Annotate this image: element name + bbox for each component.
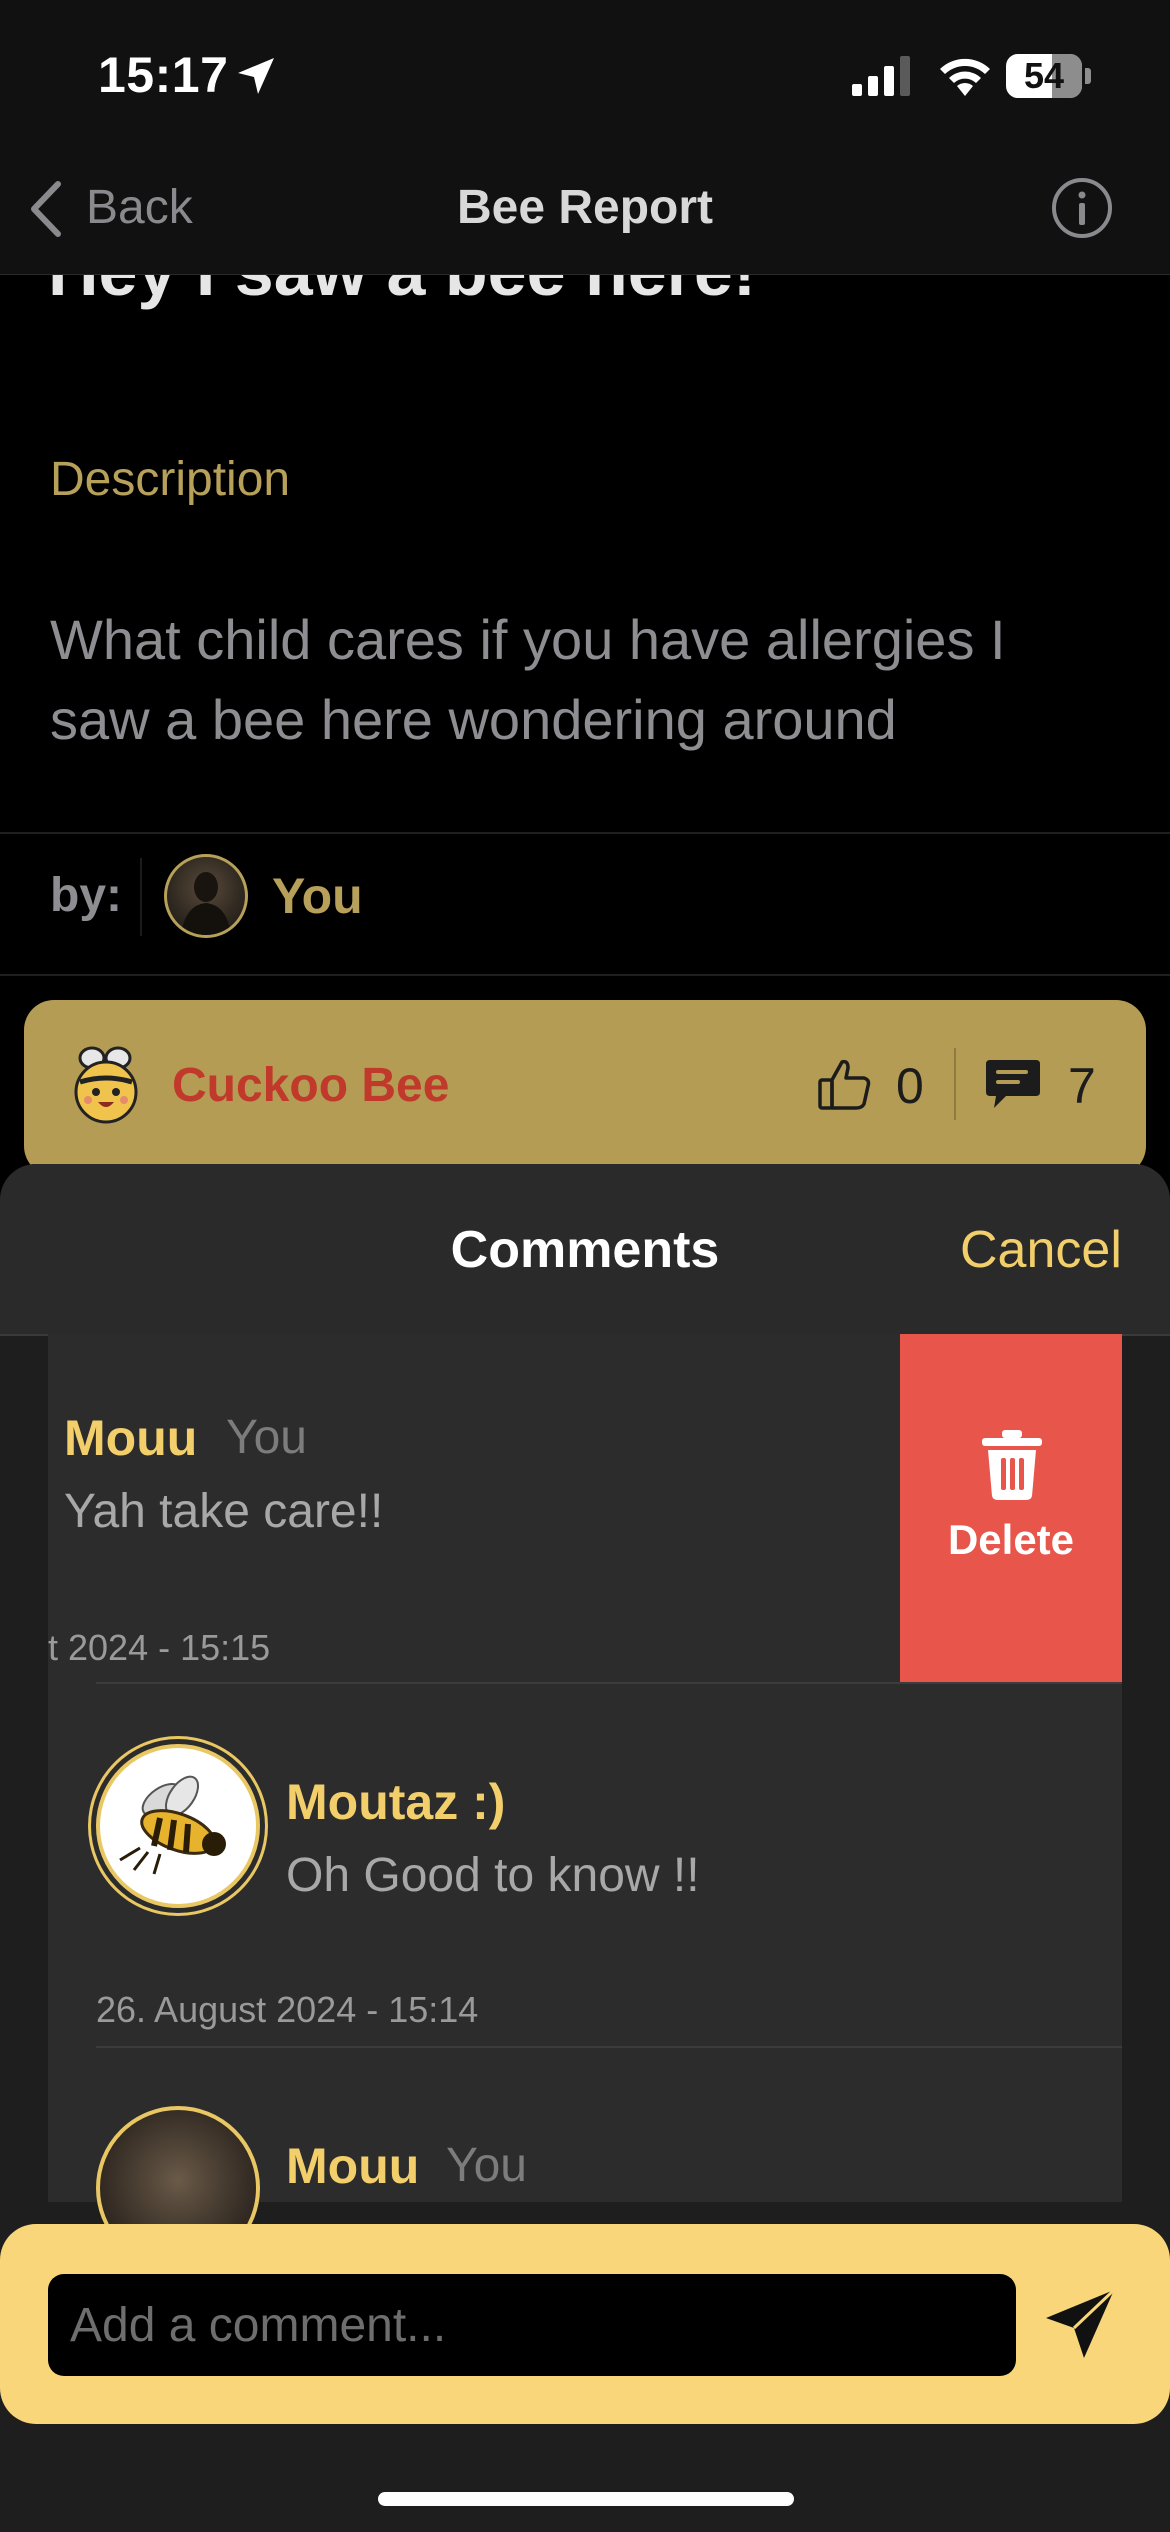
cancel-button[interactable]: Cancel bbox=[960, 1218, 1122, 1282]
divider bbox=[954, 1048, 956, 1120]
like-count: 0 bbox=[896, 1058, 924, 1114]
delete-comment-button[interactable] bbox=[900, 1334, 1122, 1684]
home-indicator bbox=[378, 2492, 794, 2506]
person-silhouette-icon bbox=[181, 872, 231, 935]
comment-you-badge: You bbox=[226, 1411, 307, 1464]
battery-tip bbox=[1085, 68, 1091, 84]
comment-date: 26. August 2024 - 15:14 bbox=[96, 1989, 479, 2030]
comment-count: 7 bbox=[1068, 1058, 1096, 1114]
divider bbox=[0, 832, 1170, 834]
author-name[interactable]: You bbox=[272, 862, 363, 930]
info-icon[interactable] bbox=[1050, 176, 1114, 240]
nav-title: Bee Report bbox=[456, 181, 714, 234]
trash-icon bbox=[982, 1430, 1042, 1500]
description-heading: Description bbox=[50, 453, 291, 506]
comment-date: t 2024 - 15:15 bbox=[48, 1627, 271, 1668]
back-button[interactable]: Back bbox=[86, 178, 193, 238]
back-chevron-icon[interactable] bbox=[26, 178, 66, 240]
comment-text: Oh Good to know !! bbox=[286, 1849, 700, 1902]
description-text: What child cares if you have allergies I… bbox=[50, 608, 1006, 751]
location-arrow-icon bbox=[238, 58, 274, 94]
comment-author-name: Moutaz :) bbox=[286, 1774, 506, 1830]
bee-mascot-icon bbox=[74, 1046, 138, 1124]
cellular-signal-icon bbox=[852, 56, 910, 96]
divider bbox=[140, 858, 142, 936]
by-label: by: bbox=[50, 869, 122, 922]
bee-species-name[interactable]: Cuckoo Bee bbox=[172, 1052, 449, 1120]
divider bbox=[0, 974, 1170, 976]
honeybee-icon bbox=[119, 1775, 226, 1875]
delete-label: Delete bbox=[947, 1516, 1075, 1563]
author-avatar[interactable] bbox=[164, 854, 248, 938]
divider bbox=[96, 1682, 1122, 1684]
wifi-icon bbox=[940, 58, 990, 96]
comment-bubble-icon[interactable] bbox=[984, 1056, 1042, 1112]
battery-level: 54 bbox=[1023, 55, 1065, 96]
send-icon[interactable] bbox=[1042, 2286, 1118, 2362]
comment-input[interactable] bbox=[48, 2274, 1016, 2376]
comments-title: Comments bbox=[450, 1221, 720, 1279]
comment-text: Yah take care!! bbox=[64, 1485, 384, 1538]
comment-you-badge: You bbox=[446, 2139, 527, 2192]
thumbs-up-icon[interactable] bbox=[814, 1054, 874, 1114]
status-time: 15:17 bbox=[98, 47, 229, 103]
divider bbox=[96, 2046, 1122, 2048]
commenter-avatar[interactable] bbox=[96, 1744, 260, 1908]
comment-author-name: Mouu bbox=[64, 1410, 198, 1466]
comment-author-name: Mouu bbox=[286, 2138, 420, 2194]
